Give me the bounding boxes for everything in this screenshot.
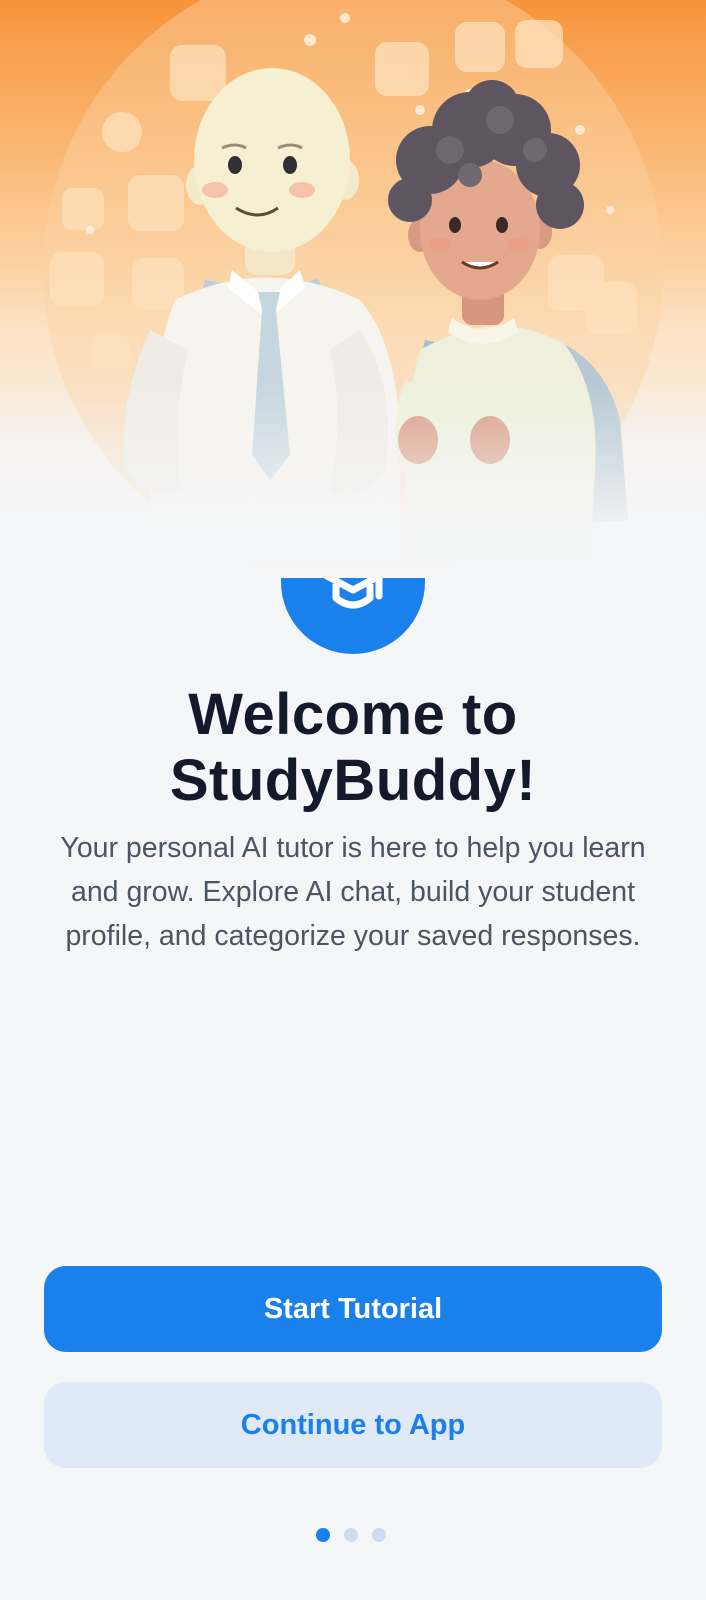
welcome-description: Your personal AI tutor is here to help y… <box>60 832 646 952</box>
page-dot-3[interactable] <box>372 1528 386 1542</box>
hero-illustration <box>0 0 706 580</box>
continue-to-app-button[interactable]: Continue to App <box>44 1382 662 1468</box>
page-dot-2[interactable] <box>344 1528 358 1542</box>
page-dot-1[interactable] <box>316 1528 330 1542</box>
hero-fade-overlay <box>0 380 706 580</box>
welcome-title: Welcome to StudyBuddy! <box>169 682 537 813</box>
page-indicator <box>316 1527 392 1543</box>
start-tutorial-button[interactable]: Start Tutorial <box>44 1266 662 1352</box>
